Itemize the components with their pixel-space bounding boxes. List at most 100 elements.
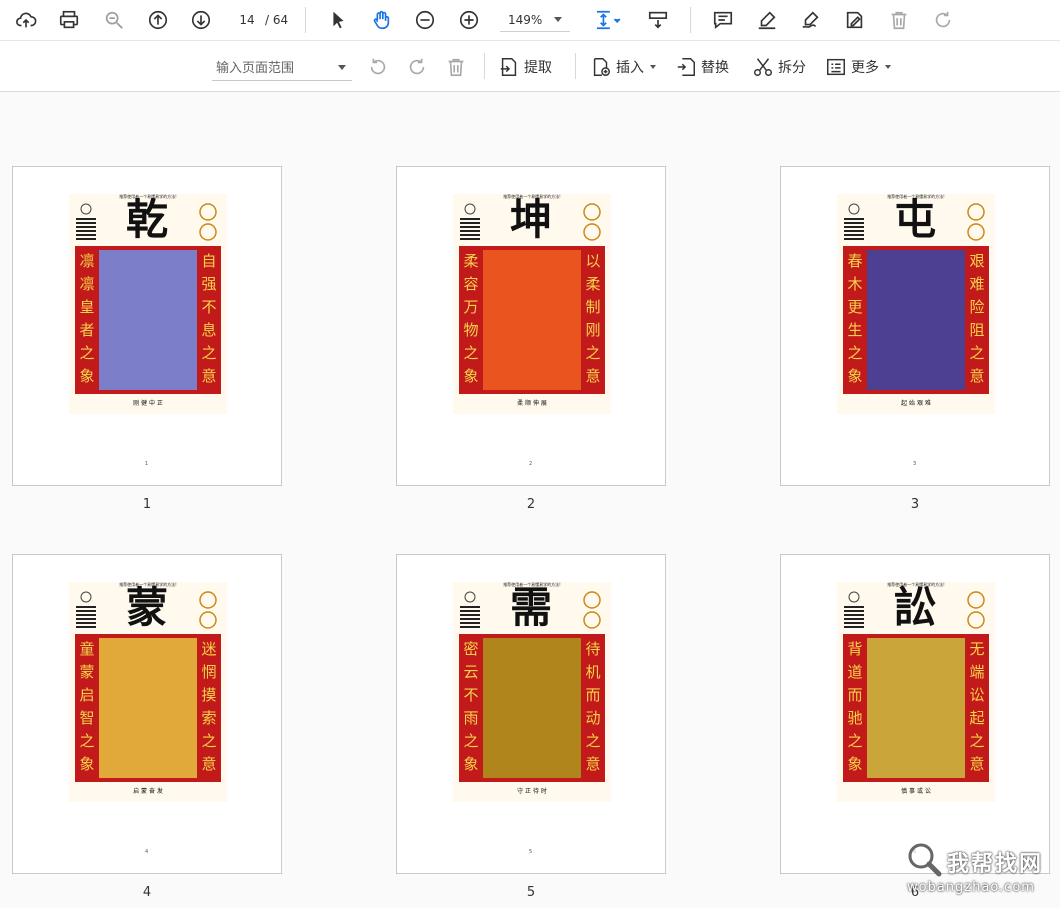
thumbnail-page-label: 2 bbox=[526, 497, 536, 512]
print-icon[interactable] bbox=[56, 7, 82, 33]
delete-page-icon[interactable] bbox=[443, 54, 469, 80]
insert-label: 插入 bbox=[616, 60, 644, 76]
verse-char: 更 bbox=[847, 298, 863, 316]
verse-char: 象 bbox=[463, 755, 479, 773]
main-toolbar: 14 / 64 149% bbox=[0, 0, 1060, 41]
page-thumbnail[interactable]: 推荐使用者一个易懂易学的方法!訟背道而驰之象无端讼起之意慎 事 或 讼6 bbox=[780, 554, 1050, 874]
trash-icon[interactable] bbox=[886, 7, 912, 33]
zoom-level-select[interactable]: 149% bbox=[500, 8, 570, 32]
replace-button[interactable]: 替换 bbox=[675, 53, 729, 81]
hand-tool-icon[interactable] bbox=[368, 7, 394, 33]
page-footer-number: 4 bbox=[145, 849, 149, 855]
verse-char: 意 bbox=[201, 367, 217, 385]
card-footer-text: 刚 健 中 正 bbox=[133, 400, 163, 407]
comment-icon[interactable] bbox=[710, 7, 736, 33]
card-footer-text: 启 蒙 奋 发 bbox=[133, 788, 163, 795]
verse-char: 强 bbox=[201, 275, 217, 293]
trigram-symbol-icon bbox=[583, 591, 601, 629]
upload-cloud-icon[interactable] bbox=[13, 7, 39, 33]
split-button[interactable]: 拆分 bbox=[752, 53, 806, 81]
right-verse-column: 以柔制刚之意 bbox=[583, 250, 603, 390]
verse-char: 艰 bbox=[969, 252, 985, 270]
page-number-input[interactable]: 14 bbox=[232, 9, 262, 31]
verse-char: 而 bbox=[847, 686, 863, 704]
hexagram-card-image: 推荐使用者一个易懂易学的方法! 屯春木更生之象艰难险阻之意起 始 艰 难 bbox=[837, 194, 995, 414]
page-thumbnail[interactable]: 推荐使用者一个易懂易学的方法! 坤柔容万物之象以柔制刚之意柔 顺 伸 展2 bbox=[396, 166, 666, 486]
verse-char: 之 bbox=[585, 344, 601, 362]
left-verse-column: 凛凛皇者之象 bbox=[77, 250, 97, 390]
rotate-right-icon[interactable] bbox=[404, 54, 430, 80]
card-illustration bbox=[483, 250, 581, 390]
verse-char: 制 bbox=[585, 298, 601, 316]
edit-text-icon[interactable] bbox=[842, 7, 868, 33]
hexagram-card-image: 推荐使用者一个易懂易学的方法! 乾凛凛皇者之象自强不息之意刚 健 中 正 bbox=[69, 194, 227, 414]
verse-char: 迷 bbox=[201, 640, 217, 658]
card-red-panel: 春木更生之象 艰难险阻之意 bbox=[843, 246, 989, 394]
verse-char: 意 bbox=[585, 367, 601, 385]
verse-char: 物 bbox=[463, 321, 479, 339]
watermark-url: wobangzhao.com bbox=[907, 880, 1035, 895]
list-more-icon bbox=[827, 58, 845, 76]
verse-char: 自 bbox=[201, 252, 217, 270]
verse-char: 之 bbox=[79, 344, 95, 362]
card-footer-text: 慎 事 或 讼 bbox=[901, 788, 931, 795]
insert-button[interactable]: 插入 bbox=[590, 53, 656, 81]
card-illustration bbox=[99, 638, 197, 778]
verse-char: 密 bbox=[463, 640, 479, 658]
highlight-pen-icon[interactable] bbox=[754, 7, 780, 33]
rotate-left-icon[interactable] bbox=[365, 54, 391, 80]
zoom-in-icon[interactable] bbox=[456, 7, 482, 33]
hexagram-icon bbox=[844, 203, 864, 240]
verse-char: 象 bbox=[847, 367, 863, 385]
page-thumbnail[interactable]: 推荐使用者一个易懂易学的方法! 屯春木更生之象艰难险阻之意起 始 艰 难3 bbox=[780, 166, 1050, 486]
hexagram-icon bbox=[460, 591, 480, 628]
page-range-select[interactable]: 输入页面范围 bbox=[212, 53, 352, 81]
organize-pages-toolbar: 输入页面范围 提取 插入 替换 拆分 更多 bbox=[0, 41, 1060, 92]
verse-char: 不 bbox=[463, 686, 479, 704]
page-footer-number: 2 bbox=[529, 461, 533, 467]
right-verse-column: 艰难险阻之意 bbox=[967, 250, 987, 390]
page-thumbnail[interactable]: 推荐使用者一个易懂易学的方法! 需密云不雨之象待机而动之意守 正 待 时5 bbox=[396, 554, 666, 874]
scroll-mode-icon[interactable] bbox=[645, 7, 671, 33]
toolbar-divider bbox=[484, 53, 485, 79]
hexagram-icon bbox=[76, 203, 96, 240]
card-illustration bbox=[867, 638, 965, 778]
page-thumbnail[interactable]: 推荐使用者一个易懂易学的方法! 蒙童蒙启智之象迷惘摸索之意启 蒙 奋 发4 bbox=[12, 554, 282, 874]
page-thumbnail[interactable]: 推荐使用者一个易懂易学的方法! 乾凛凛皇者之象自强不息之意刚 健 中 正1 bbox=[12, 166, 282, 486]
left-verse-column: 密云不雨之象 bbox=[461, 638, 481, 778]
replace-page-icon bbox=[677, 58, 695, 76]
card-red-panel: 童蒙启智之象 迷惘摸索之意 bbox=[75, 634, 221, 782]
verse-char: 象 bbox=[79, 367, 95, 385]
select-cursor-icon[interactable] bbox=[325, 7, 351, 33]
verse-char: 难 bbox=[969, 275, 985, 293]
verse-char: 之 bbox=[463, 344, 479, 362]
verse-char: 之 bbox=[847, 344, 863, 362]
trigram-symbol-icon bbox=[967, 203, 985, 241]
verse-char: 柔 bbox=[463, 252, 479, 270]
verse-char: 之 bbox=[969, 732, 985, 750]
extract-button[interactable]: 提取 bbox=[498, 53, 552, 81]
verse-char: 险 bbox=[969, 298, 985, 316]
more-button[interactable]: 更多 bbox=[825, 53, 891, 81]
verse-char: 无 bbox=[969, 640, 985, 658]
previous-page-icon[interactable] bbox=[145, 7, 171, 33]
next-page-icon[interactable] bbox=[188, 7, 214, 33]
hexagram-title: 屯 bbox=[893, 195, 936, 244]
redo-icon[interactable] bbox=[930, 7, 956, 33]
hexagram-title: 乾 bbox=[125, 195, 168, 244]
watermark-text: 我帮找网 bbox=[947, 852, 1044, 877]
zoom-out-icon[interactable] bbox=[412, 7, 438, 33]
card-illustration bbox=[99, 250, 197, 390]
draw-pen-icon[interactable] bbox=[798, 7, 824, 33]
verse-char: 以 bbox=[585, 252, 601, 270]
toolbar-divider bbox=[690, 7, 691, 33]
verse-char: 者 bbox=[79, 321, 95, 339]
verse-char: 童 bbox=[79, 640, 95, 658]
zoom-search-icon[interactable] bbox=[101, 7, 127, 33]
more-label: 更多 bbox=[851, 60, 879, 76]
verse-char: 阻 bbox=[969, 321, 985, 339]
trigram-symbol-icon bbox=[967, 591, 985, 629]
page-range-placeholder: 输入页面范围 bbox=[216, 61, 295, 76]
page-fit-icon[interactable] bbox=[590, 7, 626, 33]
card-red-panel: 柔容万物之象以柔制刚之意 bbox=[459, 246, 605, 394]
